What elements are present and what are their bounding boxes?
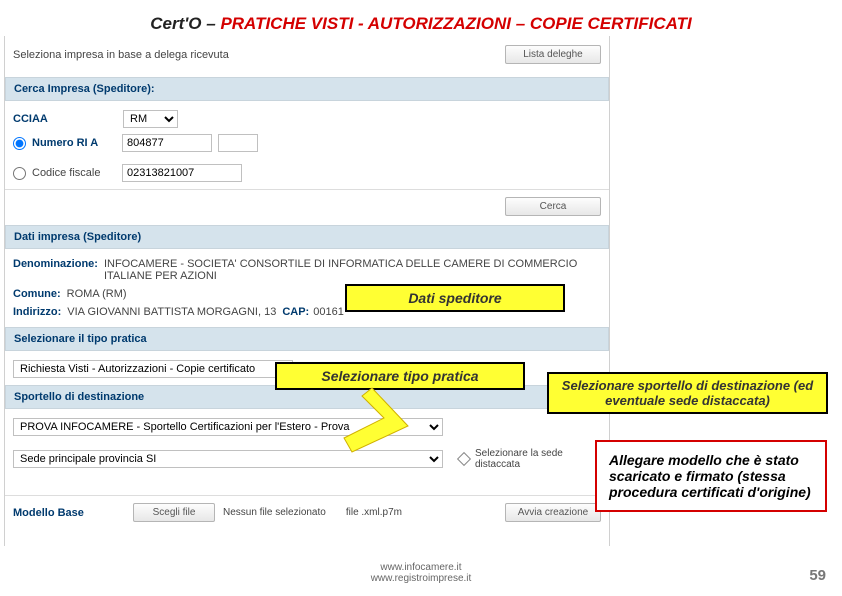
callout-selezionare-tipo: Selezionare tipo pratica xyxy=(275,362,525,390)
sportello-select[interactable]: PROVA INFOCAMERE - Sportello Certificazi… xyxy=(13,418,443,436)
tipo-pratica-select[interactable]: Richiesta Visti - Autorizzazioni - Copie… xyxy=(13,360,293,378)
sede-hint: Selezionare la sede distaccata xyxy=(475,448,575,470)
scegli-file-button[interactable]: Scegli file xyxy=(133,503,215,522)
numero-rea-extra-input[interactable] xyxy=(218,134,258,152)
callout-dati-speditore: Dati speditore xyxy=(345,284,565,312)
lista-deleghe-button[interactable]: Lista deleghe xyxy=(505,45,601,64)
indirizzo-label: Indirizzo: xyxy=(13,306,61,318)
denominazione-label: Denominazione: xyxy=(13,258,98,270)
sede-select[interactable]: Sede principale provincia SI xyxy=(13,450,443,468)
cciaa-select[interactable]: RM xyxy=(123,110,178,128)
cap-value: 00161 xyxy=(313,306,344,318)
dati-impresa-header: Dati impresa (Speditore) xyxy=(5,225,609,249)
footer-line-2: www.registroimprese.it xyxy=(0,573,842,584)
callout-selezionare-sportello: Selezionare sportello di destinazione (e… xyxy=(547,372,828,414)
title-main: PRATICHE VISTI - AUTORIZZAZIONI – COPIE … xyxy=(220,14,691,33)
cap-label: CAP: xyxy=(282,306,309,318)
codice-fiscale-label: Codice fiscale xyxy=(32,167,122,179)
delega-label: Seleziona impresa in base a delega ricev… xyxy=(13,49,229,61)
comune-label: Comune: xyxy=(13,288,61,300)
file-ext-text: file .xml.p7m xyxy=(346,507,402,518)
info-icon xyxy=(457,452,471,466)
footer-line-1: www.infocamere.it xyxy=(0,562,842,573)
denominazione-value: INFOCAMERE - SOCIETA' CONSORTILE DI INFO… xyxy=(104,258,601,282)
callout-allegare-modello: Allegare modello che è stato scaricato e… xyxy=(595,440,827,512)
cciaa-label: CCIAA xyxy=(13,113,123,125)
indirizzo-value: VIA GIOVANNI BATTISTA MORGAGNI, 13 xyxy=(67,306,276,318)
footer: www.infocamere.it www.registroimprese.it xyxy=(0,562,842,584)
numero-rea-label: Numero RI A xyxy=(32,137,122,149)
cerca-impresa-header: Cerca Impresa (Speditore): xyxy=(5,77,609,101)
codice-fiscale-radio[interactable] xyxy=(13,167,26,180)
codice-fiscale-input[interactable] xyxy=(122,164,242,182)
avvia-creazione-button[interactable]: Avvia creazione xyxy=(505,503,601,522)
cerca-button[interactable]: Cerca xyxy=(505,197,601,216)
comune-value: ROMA (RM) xyxy=(67,288,127,300)
page-number: 59 xyxy=(809,567,826,584)
title-prefix: Cert'O – xyxy=(150,14,220,33)
selezionare-tipo-header: Selezionare il tipo pratica xyxy=(5,327,609,351)
numero-rea-radio[interactable] xyxy=(13,137,26,150)
no-file-text: Nessun file selezionato xyxy=(223,507,326,518)
modello-base-label: Modello Base xyxy=(13,507,133,519)
numero-rea-input[interactable] xyxy=(122,134,212,152)
page-title: Cert'O – PRATICHE VISTI - AUTORIZZAZIONI… xyxy=(0,14,842,34)
